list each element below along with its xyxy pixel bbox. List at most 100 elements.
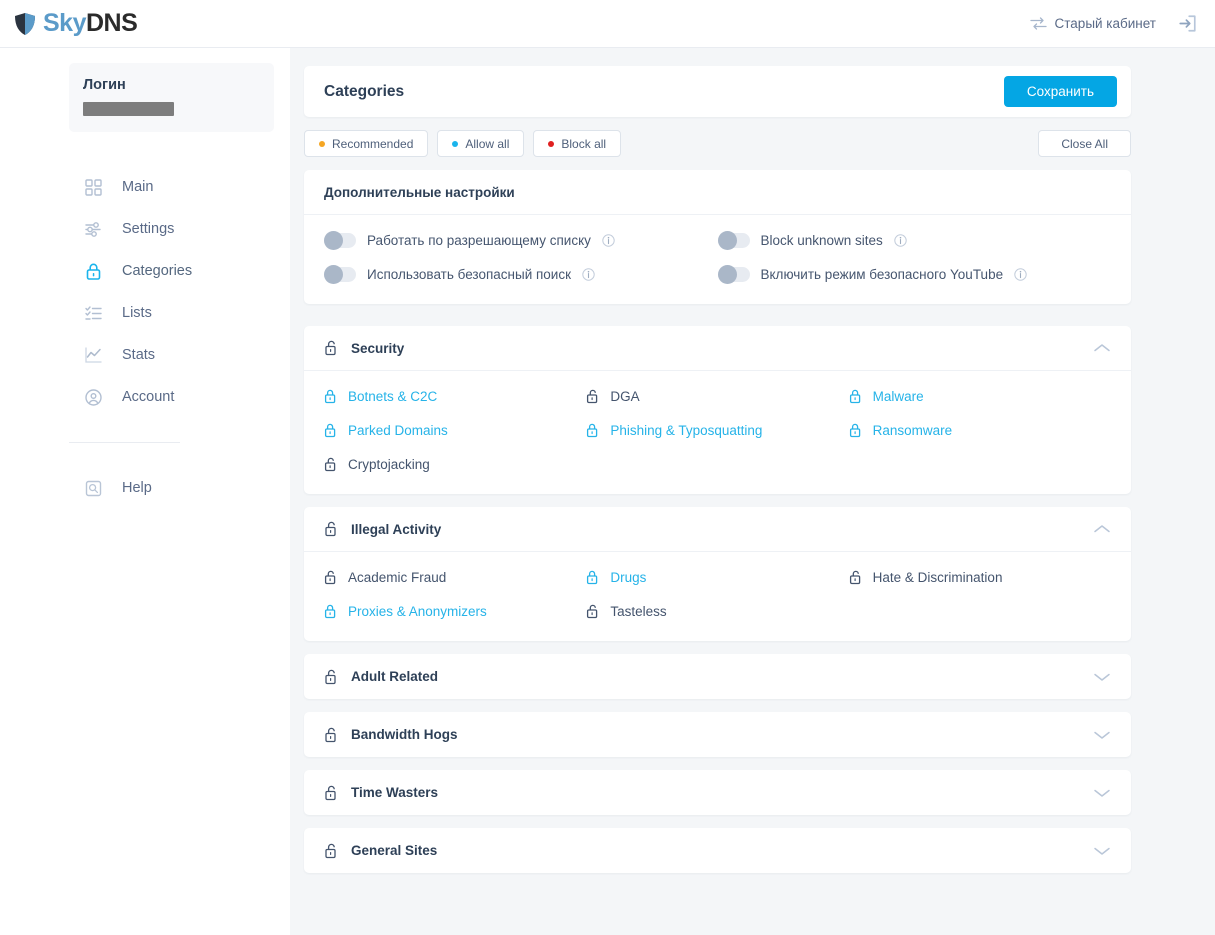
- toggle-label: Работать по разрешающему списку: [367, 233, 591, 248]
- logo-sky-text: Sky: [43, 9, 86, 37]
- sidebar-item-label: Settings: [122, 221, 175, 237]
- app-header: SkyDNS Старый кабинет: [0, 0, 1215, 48]
- category-item-label: Tasteless: [610, 604, 667, 619]
- category-section-header[interactable]: Adult Related: [304, 654, 1131, 699]
- logo-dns-text: DNS: [85, 9, 138, 37]
- sidebar-item-lists[interactable]: Lists: [0, 292, 290, 334]
- close-all-button[interactable]: Close All: [1038, 130, 1131, 157]
- safe-youtube-toggle[interactable]: [717, 265, 750, 284]
- lock-closed-icon: [849, 389, 860, 404]
- category-section-header[interactable]: General Sites: [304, 828, 1131, 873]
- user-name-redacted: [83, 102, 174, 116]
- sidebar-item-label: Help: [122, 480, 152, 496]
- info-icon[interactable]: [1014, 268, 1027, 281]
- category-item[interactable]: Ransomware: [849, 423, 1111, 438]
- category-item[interactable]: Phishing & Typosquatting: [586, 423, 848, 438]
- logo[interactable]: SkyDNS: [14, 9, 138, 37]
- allow-all-button[interactable]: Allow all: [437, 130, 525, 157]
- lock-open-icon: [324, 457, 336, 472]
- category-item-label: Phishing & Typosquatting: [610, 423, 763, 438]
- category-section-bandwidth-hogs: Bandwidth Hogs: [304, 712, 1131, 757]
- toggle-label: Использовать безопасный поиск: [367, 267, 572, 282]
- allow-list-toggle[interactable]: [324, 231, 356, 250]
- app-body: Логин Main Settings Categories Lists Sta…: [0, 48, 1215, 935]
- category-section-illegal-activity: Illegal Activity Academic Fraud Drugs Ha…: [304, 507, 1131, 641]
- sidebar-item-categories[interactable]: Categories: [0, 250, 290, 292]
- old-cabinet-label: Старый кабинет: [1054, 16, 1156, 31]
- user-card: Логин: [69, 63, 274, 132]
- save-button[interactable]: Сохранить: [1003, 76, 1117, 107]
- sidebar-item-main[interactable]: Main: [0, 166, 290, 208]
- unlock-icon: [325, 340, 336, 356]
- category-item-label: Ransomware: [872, 423, 953, 438]
- lock-open-icon: [587, 389, 598, 404]
- sidebar-item-label: Stats: [122, 347, 156, 363]
- unlock-icon: [325, 521, 336, 537]
- category-item[interactable]: DGA: [586, 389, 848, 404]
- lock-closed-icon: [849, 423, 860, 438]
- category-section-header[interactable]: Time Wasters: [304, 770, 1131, 815]
- category-item[interactable]: Tasteless: [586, 604, 848, 619]
- extra-settings-title: Дополнительные настройки: [304, 170, 1131, 215]
- category-section-title: Bandwidth Hogs: [351, 727, 458, 742]
- category-item[interactable]: Cryptojacking: [324, 457, 586, 472]
- sidebar-item-label: Categories: [122, 263, 193, 279]
- chevron-up-icon: [1094, 525, 1110, 533]
- chevron-down-icon: [1094, 731, 1110, 739]
- mode-buttons-row: Recommended Allow all Block all Close Al…: [304, 130, 1131, 157]
- toggle-grid: Работать по разрешающему списку Block un…: [324, 231, 1112, 284]
- lock-icon: [86, 263, 101, 280]
- category-section-header[interactable]: Illegal Activity: [304, 507, 1131, 552]
- block-unknown-sites-toggle[interactable]: [717, 231, 750, 250]
- category-section-title: Adult Related: [351, 669, 439, 684]
- safe-search-toggle[interactable]: [324, 265, 356, 284]
- logout-icon[interactable]: [1178, 14, 1197, 33]
- category-section-header[interactable]: Bandwidth Hogs: [304, 712, 1131, 757]
- info-icon[interactable]: [602, 234, 615, 247]
- user-circle-icon: [85, 388, 102, 406]
- sidebar-item-stats[interactable]: Stats: [0, 334, 290, 376]
- toggle-label: Block unknown sites: [760, 233, 883, 248]
- category-item[interactable]: Proxies & Anonymizers: [324, 604, 586, 619]
- category-section-title: Illegal Activity: [351, 521, 442, 537]
- category-item[interactable]: Hate & Discrimination: [849, 570, 1111, 585]
- header-actions: Старый кабинет: [1029, 14, 1197, 33]
- info-icon[interactable]: [582, 268, 595, 281]
- chart-line-icon: [85, 346, 102, 363]
- category-item[interactable]: Parked Domains: [324, 423, 586, 438]
- lock-open-icon: [324, 570, 336, 585]
- lock-open-icon: [849, 570, 860, 585]
- shield-icon: [15, 12, 35, 35]
- recommended-button[interactable]: Recommended: [304, 130, 429, 157]
- toggle-row: Работать по разрешающему списку: [324, 231, 718, 250]
- sidebar-item-settings[interactable]: Settings: [0, 208, 290, 250]
- unlock-icon: [325, 727, 336, 742]
- sidebar-item-help[interactable]: Help: [0, 467, 290, 509]
- chevron-up-icon: [1094, 344, 1110, 352]
- block-all-button[interactable]: Block all: [533, 130, 622, 157]
- category-section-time-wasters: Time Wasters: [304, 770, 1131, 815]
- sidebar: Логин Main Settings Categories Lists Sta…: [0, 48, 290, 935]
- info-icon[interactable]: [894, 234, 907, 247]
- sidebar-divider: [69, 442, 180, 443]
- category-section-header[interactable]: Security: [304, 326, 1131, 371]
- category-section-title: General Sites: [351, 843, 438, 858]
- category-item-label: Drugs: [610, 570, 647, 585]
- lock-open-icon: [587, 604, 598, 619]
- category-item[interactable]: Drugs: [586, 570, 848, 585]
- category-item[interactable]: Malware: [849, 389, 1111, 404]
- category-item-label: Parked Domains: [348, 423, 448, 438]
- extra-settings-card: Дополнительные настройки Работать по раз…: [304, 170, 1131, 304]
- toggle-row: Включить режим безопасного YouTube: [717, 265, 1112, 284]
- old-cabinet-link[interactable]: Старый кабинет: [1029, 15, 1156, 32]
- category-item-label: Cryptojacking: [348, 457, 430, 472]
- category-item[interactable]: Academic Fraud: [324, 570, 586, 585]
- lock-closed-icon: [587, 570, 598, 585]
- sidebar-item-account[interactable]: Account: [0, 376, 290, 418]
- unlock-icon: [325, 843, 336, 858]
- toggle-row: Block unknown sites: [717, 231, 1112, 250]
- category-item[interactable]: Botnets & C2C: [324, 389, 586, 404]
- mode-label: Allow all: [465, 136, 510, 151]
- toggle-label: Включить режим безопасного YouTube: [760, 267, 1004, 282]
- main-content: Categories Сохранить Recommended Allow a…: [290, 48, 1215, 935]
